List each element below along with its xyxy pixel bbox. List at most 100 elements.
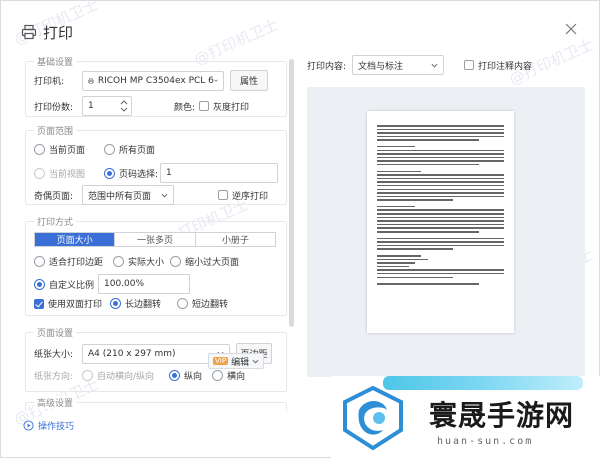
chevron-down-icon bbox=[431, 63, 438, 68]
grayscale-checkbox[interactable] bbox=[199, 101, 210, 111]
short-edge-radio[interactable] bbox=[177, 298, 188, 309]
advanced-group: 高级设置 bbox=[25, 396, 287, 411]
current-view-label: 当前视图 bbox=[49, 169, 86, 180]
short-edge-label: 短边翻转 bbox=[192, 300, 229, 310]
grayscale-label: 灰度打印 bbox=[213, 102, 250, 113]
reverse-label: 逆序打印 bbox=[232, 191, 269, 202]
auto-orientation-label: 自动横向/纵向 bbox=[97, 372, 155, 382]
annotation-checkbox[interactable] bbox=[464, 60, 474, 70]
actual-size-label: 实际大小 bbox=[128, 258, 165, 268]
brand-watermark: 寰晟手游网 huan-sun.com bbox=[331, 376, 600, 458]
current-page-label: 当前页面 bbox=[49, 146, 86, 156]
page-select-input[interactable]: 1 bbox=[160, 163, 279, 183]
tab-booklet[interactable]: 小册子 bbox=[195, 233, 275, 246]
advanced-title: 高级设置 bbox=[34, 396, 77, 409]
settings-scrollbar[interactable] bbox=[289, 59, 294, 327]
properties-button[interactable]: 属性 bbox=[230, 70, 268, 91]
tips-link[interactable]: 操作技巧 bbox=[23, 419, 74, 432]
scale-row-1: 适合打印边距 实际大小 缩小过大页面 bbox=[34, 255, 239, 268]
print-mode-group: 打印方式 页面大小 一张多页 小册子 适合打印边距 实际大小 缩小过大页面 自定… bbox=[25, 215, 287, 316]
reverse-checkbox[interactable] bbox=[218, 190, 228, 200]
fit-margin-label: 适合打印边距 bbox=[49, 258, 104, 268]
printer-value: RICOH MP C3504ex PCL 6 bbox=[97, 75, 214, 86]
chevron-down-icon[interactable] bbox=[120, 107, 128, 113]
dialog-titlebar: 打印 bbox=[21, 21, 73, 43]
close-icon bbox=[565, 23, 577, 35]
paper-size-value: A4 (210 x 297 mm) bbox=[88, 348, 176, 359]
copies-row: 打印份数: 1 颜色: 灰度打印 bbox=[34, 96, 249, 116]
play-circle-icon bbox=[23, 420, 34, 431]
print-content-label: 打印内容: bbox=[307, 61, 347, 72]
current-view-radio[interactable] bbox=[34, 167, 45, 179]
tips-label: 操作技巧 bbox=[38, 422, 75, 432]
copies-stepper[interactable]: 1 bbox=[82, 96, 132, 116]
actual-size-radio[interactable] bbox=[113, 256, 124, 267]
print-content-select[interactable]: 文档与标注 bbox=[352, 55, 444, 75]
all-pages-radio[interactable] bbox=[104, 144, 115, 155]
landscape-radio[interactable] bbox=[212, 370, 223, 381]
printer-row: 打印机: RICOH MP C3504ex PCL 6 属性 bbox=[34, 70, 268, 91]
page-select-value: 1 bbox=[166, 168, 172, 178]
auto-orientation-radio[interactable] bbox=[82, 370, 93, 381]
odd-even-row: 奇偶页面: 范围中所有页面 逆序打印 bbox=[34, 185, 268, 205]
brand-logo-icon bbox=[343, 385, 403, 451]
brand-name: 寰晟手游网 bbox=[429, 399, 575, 432]
print-dialog: @打印机卫士 @打印机卫士 @打印机卫士 @打印机卫士 @打印机卫士 @打印机卫… bbox=[0, 0, 600, 458]
copies-label: 打印份数: bbox=[34, 102, 74, 113]
range-row-2: 当前视图 页码选择: 1 bbox=[34, 163, 279, 183]
printer-select[interactable]: RICOH MP C3504ex PCL 6 bbox=[82, 70, 224, 91]
chevron-down-icon bbox=[252, 359, 259, 364]
basic-settings-title: 基础设置 bbox=[34, 55, 77, 68]
basic-settings-group: 基础设置 打印机: RICOH MP C3504ex PCL 6 属性 打印份数… bbox=[25, 55, 287, 117]
printer-small-icon bbox=[88, 77, 94, 84]
edit-button[interactable]: VIP 编辑 bbox=[208, 353, 265, 369]
portrait-label: 纵向 bbox=[184, 372, 203, 382]
copies-value: 1 bbox=[88, 101, 94, 111]
odd-even-value: 范围中所有页面 bbox=[88, 191, 152, 202]
shrink-oversize-label: 缩小过大页面 bbox=[185, 258, 240, 268]
printer-label: 打印机: bbox=[34, 77, 65, 87]
printer-icon bbox=[21, 24, 37, 40]
orientation-row: 纸张方向: 自动横向/纵向 纵向 横向 bbox=[34, 369, 245, 382]
page-setup-title: 页面设置 bbox=[34, 326, 77, 339]
color-label: 颜色: bbox=[174, 102, 196, 113]
paper-size-label: 纸张大小: bbox=[34, 350, 74, 360]
scale-row-2: 自定义比例 100.00% bbox=[34, 274, 191, 294]
print-content-row: 打印内容: 文档与标注 打印注释内容 bbox=[307, 55, 532, 75]
landscape-label: 横向 bbox=[227, 372, 246, 382]
portrait-radio[interactable] bbox=[169, 370, 180, 381]
duplex-label: 使用双面打印 bbox=[48, 300, 103, 310]
custom-scale-radio[interactable] bbox=[34, 278, 45, 290]
print-preview bbox=[307, 87, 585, 377]
long-edge-radio[interactable] bbox=[110, 298, 121, 309]
orientation-label: 纸张方向: bbox=[34, 372, 74, 382]
fit-margin-radio[interactable] bbox=[34, 256, 45, 267]
preview-options: 打印内容: 文档与标注 打印注释内容 bbox=[307, 55, 577, 77]
odd-even-label: 奇偶页面: bbox=[34, 191, 74, 202]
custom-scale-label: 自定义比例 bbox=[49, 280, 95, 291]
brand-banner bbox=[383, 376, 583, 390]
edit-label: 编辑 bbox=[231, 357, 250, 368]
page-range-title: 页面范围 bbox=[34, 124, 77, 137]
print-mode-title: 打印方式 bbox=[34, 215, 77, 228]
current-page-radio[interactable] bbox=[34, 144, 45, 155]
chevron-down-icon bbox=[161, 193, 168, 198]
annotation-label: 打印注释内容 bbox=[478, 61, 533, 72]
preview-page-text bbox=[377, 125, 504, 287]
dialog-title: 打印 bbox=[43, 23, 74, 42]
duplex-row: 使用双面打印 长边翻转 短边翻转 bbox=[34, 297, 228, 310]
shrink-oversize-radio[interactable] bbox=[170, 256, 181, 267]
chevron-up-icon[interactable] bbox=[120, 99, 128, 105]
range-row-1: 当前页面 所有页面 bbox=[34, 143, 155, 156]
page-select-label: 页码选择: bbox=[119, 169, 159, 180]
preview-page bbox=[367, 111, 514, 333]
chevron-down-icon bbox=[214, 79, 218, 82]
tab-page-size[interactable]: 页面大小 bbox=[35, 233, 116, 246]
scale-input[interactable]: 100.00% bbox=[98, 274, 191, 294]
tab-multi-page[interactable]: 一张多页 bbox=[115, 233, 196, 246]
page-select-radio[interactable] bbox=[104, 167, 115, 179]
close-button[interactable] bbox=[565, 23, 577, 35]
odd-even-select[interactable]: 范围中所有页面 bbox=[82, 185, 174, 205]
long-edge-label: 长边翻转 bbox=[125, 300, 162, 310]
duplex-checkbox[interactable] bbox=[34, 298, 44, 309]
